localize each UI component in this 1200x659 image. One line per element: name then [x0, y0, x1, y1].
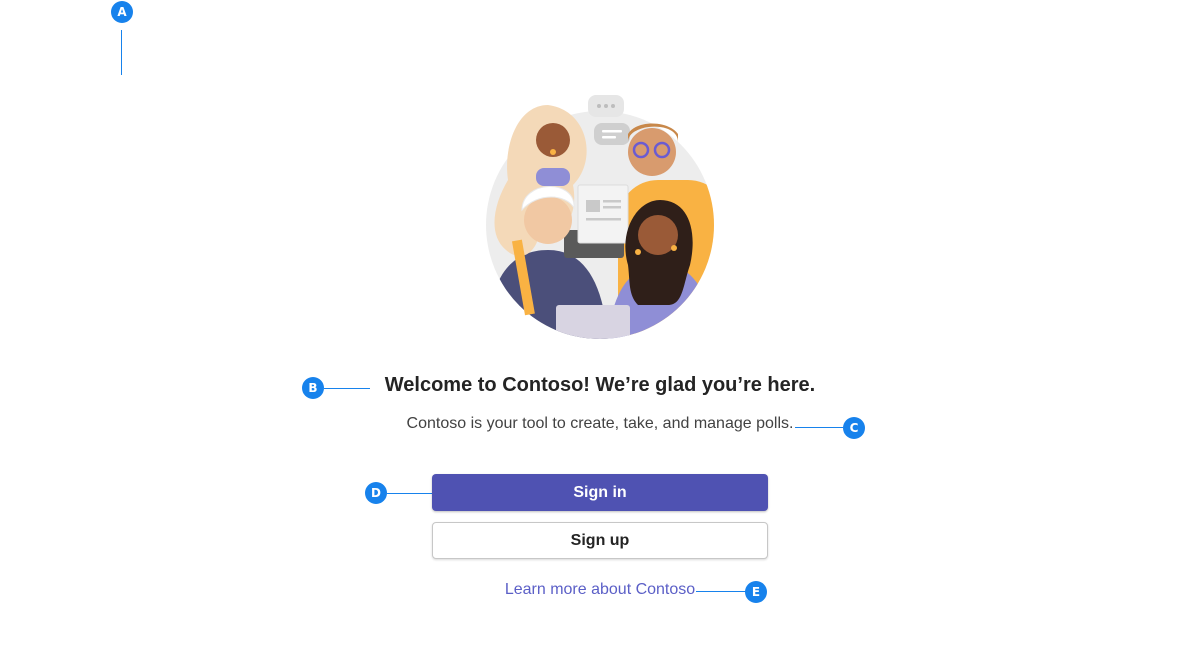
callout-a-marker: A: [111, 1, 133, 23]
message-bubble-icon: [594, 123, 630, 145]
message-line-2: [602, 136, 616, 139]
earring-icon-2: [635, 249, 641, 255]
callout-e-line: [696, 591, 746, 592]
person-shirt-small-purple: [536, 168, 570, 186]
document-line-3: [586, 218, 621, 221]
sign-in-button[interactable]: Sign in: [432, 474, 768, 511]
document-icon: [577, 184, 629, 244]
welcome-illustration: [486, 95, 714, 339]
chat-dot-2: [604, 104, 608, 108]
learn-more-link-text[interactable]: Learn more about Contoso: [505, 581, 695, 598]
sign-up-button[interactable]: Sign up: [432, 522, 768, 559]
document-image: [586, 200, 600, 212]
person-face-light: [524, 196, 572, 244]
callout-a-line: [121, 30, 122, 75]
chat-dot-3: [611, 104, 615, 108]
laptop-icon: [556, 305, 630, 339]
welcome-title: Welcome to Contoso! We’re glad you’re he…: [384, 374, 816, 396]
chat-dot-1: [597, 104, 601, 108]
learn-more-link[interactable]: Learn more about Contoso: [0, 581, 1200, 599]
callout-d-marker: D: [365, 482, 387, 504]
welcome-subtitle: Contoso is your tool to create, take, an…: [406, 415, 794, 432]
document-line-2: [603, 206, 621, 209]
callout-c-line: [795, 427, 843, 428]
callout-c-marker: C: [843, 417, 865, 439]
welcome-page: A B Welcome to Contoso! We’re glad you’r…: [0, 0, 1200, 659]
callout-e-marker: E: [745, 581, 767, 603]
message-line-1: [602, 130, 622, 133]
earring-icon: [550, 149, 556, 155]
document-line-1: [603, 200, 621, 203]
earring-icon-3: [671, 245, 677, 251]
callout-d-line: [387, 493, 432, 494]
